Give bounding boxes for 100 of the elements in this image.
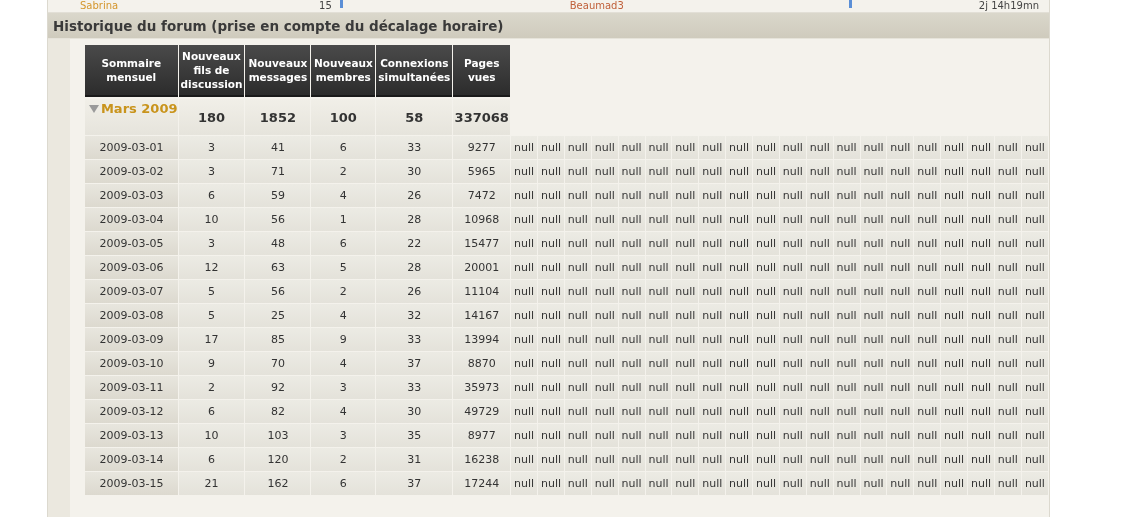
- table-cell: null: [645, 424, 672, 448]
- column-header: Nouveaux fils de discussion: [178, 45, 245, 97]
- table-cell: null: [753, 328, 779, 352]
- table-cell: null: [779, 256, 806, 280]
- table-cell: 3: [311, 376, 376, 400]
- duration-text: 2j 14h19mn: [978, 0, 1040, 11]
- column-header: Pages vues: [453, 45, 511, 97]
- date-cell: 2009-03-15: [84, 472, 178, 496]
- table-cell: null: [860, 256, 887, 280]
- table-cell: 26: [376, 280, 453, 304]
- table-cell: null: [511, 472, 538, 496]
- table-cell: null: [618, 472, 645, 496]
- table-cell: 30: [376, 160, 453, 184]
- month-link[interactable]: Mars 2009: [100, 101, 178, 116]
- table-cell: null: [699, 136, 726, 160]
- table-cell: null: [779, 304, 806, 328]
- table-cell: null: [994, 400, 1021, 424]
- table-cell: 28: [376, 256, 453, 280]
- table-cell: null: [887, 352, 914, 376]
- member-link[interactable]: Sabrina: [80, 0, 119, 11]
- table-cell: 49729: [453, 400, 511, 424]
- table-cell: null: [833, 448, 860, 472]
- table-cell: null: [914, 472, 941, 496]
- table-cell: 1: [311, 208, 376, 232]
- table-cell: null: [618, 400, 645, 424]
- table-cell: null: [726, 304, 753, 328]
- table-cell: 14167: [453, 304, 511, 328]
- table-cell: null: [887, 472, 914, 496]
- table-cell: 180: [178, 99, 245, 136]
- table-cell: null: [806, 400, 833, 424]
- table-cell: null: [699, 448, 726, 472]
- table-cell: null: [941, 256, 968, 280]
- table-cell: null: [833, 184, 860, 208]
- table-cell: null: [806, 208, 833, 232]
- table-cell: 92: [245, 376, 311, 400]
- table-cell: null: [1021, 280, 1048, 304]
- table-cell: null: [726, 472, 753, 496]
- table-cell: null: [699, 400, 726, 424]
- table-cell: null: [645, 376, 672, 400]
- table-cell: null: [914, 280, 941, 304]
- table-cell: null: [564, 328, 591, 352]
- table-cell: null: [726, 376, 753, 400]
- table-cell: null: [887, 136, 914, 160]
- table-cell: null: [538, 256, 564, 280]
- table-cell: null: [726, 184, 753, 208]
- table-cell: null: [994, 280, 1021, 304]
- table-cell: 85: [245, 328, 311, 352]
- table-cell: null: [726, 424, 753, 448]
- table-cell: null: [968, 304, 994, 328]
- table-cell: null: [914, 400, 941, 424]
- table-cell: null: [994, 472, 1021, 496]
- table-cell: null: [1021, 184, 1048, 208]
- table-cell: 2: [178, 376, 245, 400]
- table-cell: null: [618, 304, 645, 328]
- table-cell: null: [968, 352, 994, 376]
- table-cell: null: [914, 256, 941, 280]
- table-cell: null: [645, 160, 672, 184]
- table-cell: 8977: [453, 424, 511, 448]
- table-cell: null: [1021, 376, 1048, 400]
- table-cell: 4: [311, 352, 376, 376]
- table-cell: 33: [376, 328, 453, 352]
- table-cell: null: [538, 160, 564, 184]
- table-cell: null: [887, 184, 914, 208]
- table-cell: null: [779, 376, 806, 400]
- table-cell: null: [672, 472, 699, 496]
- table-cell: null: [968, 424, 994, 448]
- date-cell: 2009-03-09: [84, 328, 178, 352]
- table-cell: null: [914, 304, 941, 328]
- table-cell: 3: [178, 136, 245, 160]
- member-link[interactable]: Beaumad3: [569, 0, 624, 11]
- table-cell: null: [941, 400, 968, 424]
- table-cell: null: [753, 160, 779, 184]
- table-cell: null: [645, 400, 672, 424]
- table-cell: null: [860, 184, 887, 208]
- table-cell: null: [860, 160, 887, 184]
- table-cell: null: [645, 472, 672, 496]
- triangle-icon[interactable]: [88, 105, 99, 113]
- table-cell: null: [994, 256, 1021, 280]
- table-cell: 9: [311, 328, 376, 352]
- table-cell: 5: [178, 304, 245, 328]
- bar-marker: [848, 0, 852, 8]
- table-cell: null: [618, 448, 645, 472]
- table-cell: null: [699, 376, 726, 400]
- table-cell: null: [591, 376, 618, 400]
- table-cell: null: [914, 328, 941, 352]
- table-cell: null: [833, 280, 860, 304]
- table-cell: 17244: [453, 472, 511, 496]
- table-cell: null: [968, 160, 994, 184]
- table-cell: null: [726, 232, 753, 256]
- table-cell: null: [941, 160, 968, 184]
- table-cell: null: [833, 376, 860, 400]
- table-cell: null: [564, 424, 591, 448]
- table-cell: null: [779, 184, 806, 208]
- table-cell: null: [833, 400, 860, 424]
- table-cell: 35: [376, 424, 453, 448]
- table-cell: null: [833, 160, 860, 184]
- table-cell: 3: [311, 424, 376, 448]
- table-cell: null: [941, 328, 968, 352]
- table-cell: null: [887, 448, 914, 472]
- table-cell: null: [914, 160, 941, 184]
